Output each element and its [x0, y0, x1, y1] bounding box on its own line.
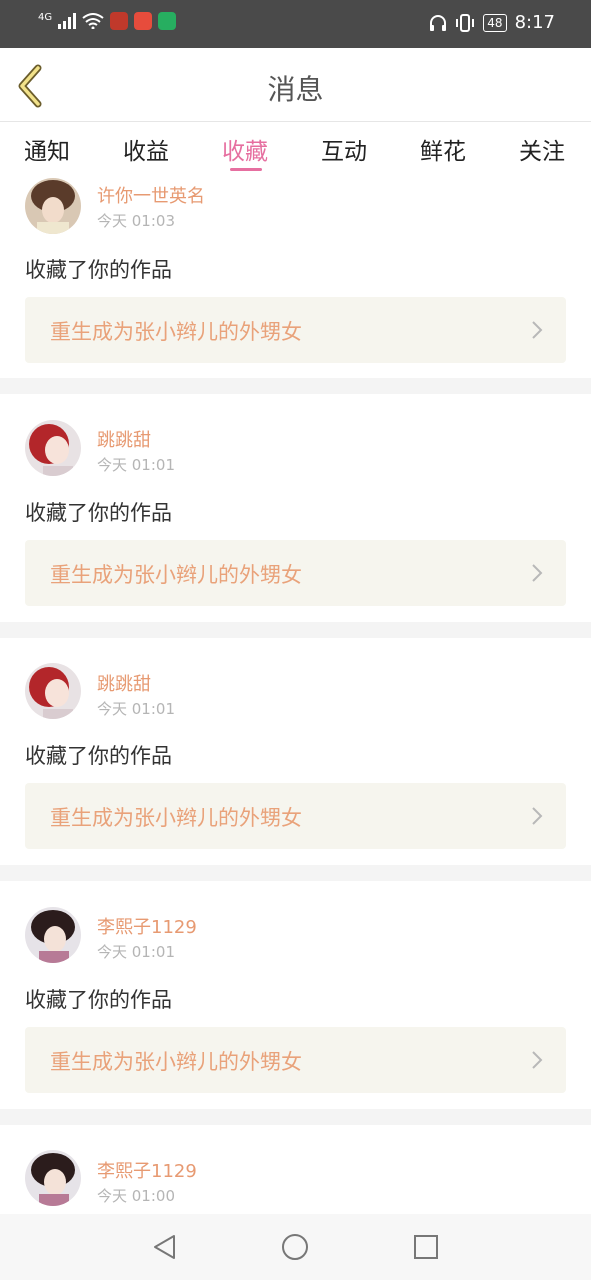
- tab-favorites[interactable]: 收藏: [222, 132, 268, 166]
- status-left: 4G: [38, 12, 177, 30]
- list-item: 跳跳甜 今天 01:01 收藏了你的作品 重生成为张小辫儿的外甥女: [0, 394, 591, 622]
- action-text: 收藏了你的作品: [25, 988, 172, 1012]
- headphones-icon: [430, 14, 447, 31]
- app-header: 消息: [0, 48, 591, 122]
- section-divider: [0, 378, 591, 394]
- avatar[interactable]: [25, 420, 81, 476]
- status-bar: 4G 48 8:17: [0, 0, 591, 48]
- username[interactable]: 跳跳甜: [97, 426, 151, 452]
- recent-square-icon[interactable]: [411, 1232, 441, 1262]
- chevron-right-icon: [532, 321, 543, 339]
- tab-flowers[interactable]: 鲜花: [420, 132, 466, 166]
- status-right: 48 8:17: [429, 12, 555, 33]
- list-item: 许你一世英名 今天 01:03 收藏了你的作品 重生成为张小辫儿的外甥女: [0, 174, 591, 378]
- battery-icon: 48: [483, 13, 507, 32]
- timestamp: 今天 01:00: [97, 1187, 175, 1205]
- active-tab-indicator: [230, 168, 262, 171]
- tab-interactions[interactable]: 互动: [321, 132, 367, 166]
- section-divider: [0, 1109, 591, 1125]
- home-circle-icon[interactable]: [280, 1232, 310, 1262]
- avatar[interactable]: [25, 178, 81, 234]
- page-title: 消息: [267, 73, 324, 106]
- list-item: 跳跳甜 今天 01:01 收藏了你的作品 重生成为张小辫儿的外甥女: [0, 638, 591, 865]
- action-text: 收藏了你的作品: [25, 501, 172, 525]
- username[interactable]: 李熙子1129: [97, 1157, 197, 1183]
- work-link[interactable]: 重生成为张小辫儿的外甥女: [25, 1027, 566, 1093]
- signal-icon: [58, 13, 77, 29]
- chevron-right-icon: [532, 564, 543, 582]
- list-item: 李熙子1129 今天 01:00: [0, 1125, 591, 1214]
- clock: 8:17: [514, 12, 555, 33]
- work-title: 重生成为张小辫儿的外甥女: [50, 806, 302, 830]
- tab-follows[interactable]: 关注: [519, 132, 565, 166]
- username[interactable]: 许你一世英名: [97, 182, 205, 208]
- list-item: 李熙子1129 今天 01:01 收藏了你的作品 重生成为张小辫儿的外甥女: [0, 881, 591, 1109]
- username[interactable]: 跳跳甜: [97, 670, 151, 696]
- username[interactable]: 李熙子1129: [97, 913, 197, 939]
- work-title: 重生成为张小辫儿的外甥女: [50, 320, 302, 344]
- work-link[interactable]: 重生成为张小辫儿的外甥女: [25, 297, 566, 363]
- tab-earnings[interactable]: 收益: [123, 132, 169, 166]
- work-link[interactable]: 重生成为张小辫儿的外甥女: [25, 783, 566, 849]
- work-link[interactable]: 重生成为张小辫儿的外甥女: [25, 540, 566, 606]
- section-divider: [0, 622, 591, 638]
- avatar[interactable]: [25, 1150, 81, 1206]
- timestamp: 今天 01:01: [97, 943, 175, 961]
- tab-bar: 通知 收益 收藏 互动 鲜花 关注: [0, 122, 591, 174]
- action-text: 收藏了你的作品: [25, 258, 172, 282]
- green-app-icon: [158, 12, 177, 30]
- vibrate-icon: [456, 13, 475, 32]
- work-title: 重生成为张小辫儿的外甥女: [50, 563, 302, 587]
- action-text: 收藏了你的作品: [25, 744, 172, 768]
- wifi-icon: [82, 13, 104, 29]
- section-divider: [0, 865, 591, 881]
- system-nav-bar: [0, 1214, 591, 1280]
- timestamp: 今天 01:03: [97, 212, 175, 230]
- timestamp: 今天 01:01: [97, 456, 175, 474]
- avatar[interactable]: [25, 663, 81, 719]
- huawei-app-icon: [110, 12, 129, 30]
- work-title: 重生成为张小辫儿的外甥女: [50, 1050, 302, 1074]
- network-type: 4G: [38, 12, 53, 23]
- chevron-right-icon: [532, 807, 543, 825]
- avatar[interactable]: [25, 907, 81, 963]
- timestamp: 今天 01:01: [97, 700, 175, 718]
- tab-notifications[interactable]: 通知: [24, 132, 70, 166]
- back-triangle-icon[interactable]: [150, 1232, 180, 1262]
- favorites-feed[interactable]: 许你一世英名 今天 01:03 收藏了你的作品 重生成为张小辫儿的外甥女 跳跳甜…: [0, 174, 591, 1214]
- camera-app-icon: [134, 12, 153, 30]
- chevron-right-icon: [532, 1051, 543, 1069]
